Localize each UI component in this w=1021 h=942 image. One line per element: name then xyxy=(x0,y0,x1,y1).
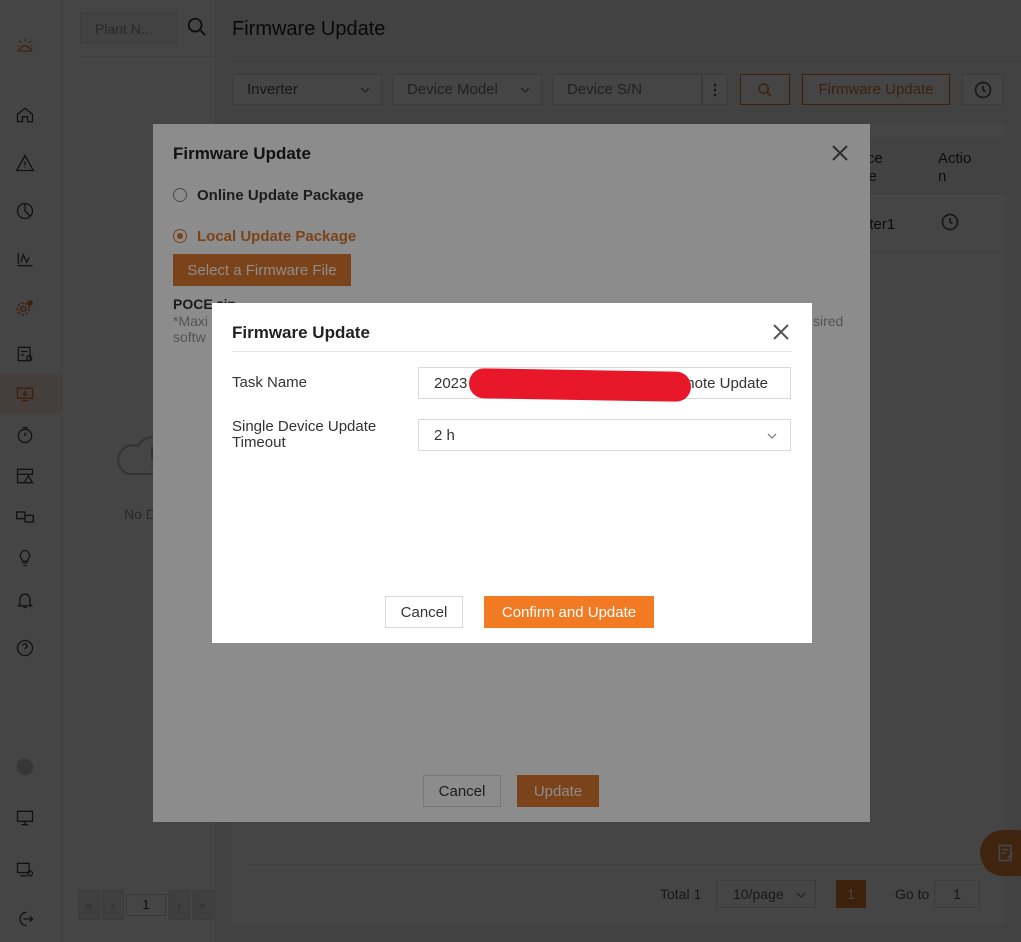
task-name-input[interactable]: 2023 note Update xyxy=(418,367,791,402)
close-icon[interactable] xyxy=(770,321,792,343)
redaction-mark xyxy=(468,368,692,402)
confirm-and-update-button[interactable]: Confirm and Update xyxy=(484,596,654,628)
timeout-label: Single Device Update Timeout xyxy=(232,418,377,451)
timeout-value: 2 h xyxy=(434,427,455,444)
title-divider xyxy=(232,351,792,352)
task-name-value-end: note Update xyxy=(686,375,768,392)
dialog-title: Firmware Update xyxy=(232,323,370,342)
task-name-value-start: 2023 xyxy=(434,375,468,392)
cancel-button[interactable]: Cancel xyxy=(385,596,463,628)
timeout-select[interactable]: 2 h xyxy=(418,419,791,451)
confirm-firmware-update-dialog: Firmware Update Task Name 2023 note Upda… xyxy=(212,303,812,643)
chevron-down-icon xyxy=(767,433,777,439)
task-name-label: Task Name xyxy=(232,374,308,391)
